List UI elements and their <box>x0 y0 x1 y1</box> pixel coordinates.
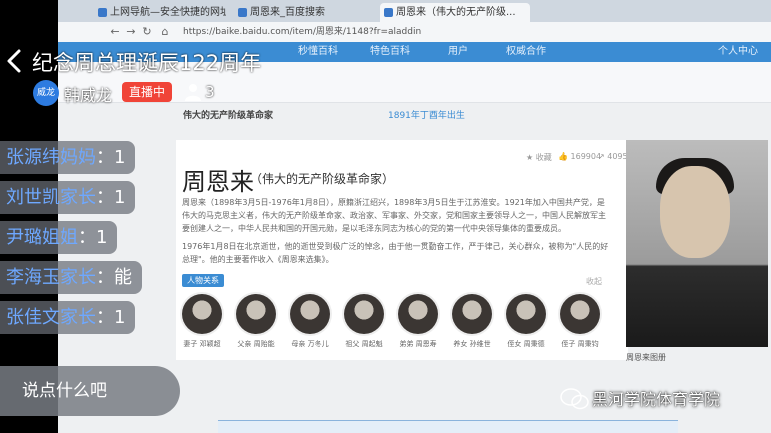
article-card: 周恩来 （伟大的无产阶级革命家） ★ 收藏 👍 169904 ↗ 4095 周恩… <box>176 140 628 360</box>
chat-user-name: 刘世凯家长 <box>6 187 96 208</box>
relation-photo <box>182 294 222 334</box>
relation-photo <box>452 294 492 334</box>
relation-item[interactable]: 父亲 周贻能 <box>234 294 278 349</box>
like-stat[interactable]: 👍 169904 <box>558 152 601 161</box>
relation-item[interactable]: 妻子 邓颖超 <box>180 294 224 349</box>
relation-photo <box>398 294 438 334</box>
viewer-count: 3 <box>205 83 215 101</box>
stream-title: 纪念周总理诞辰122周年 <box>32 51 262 75</box>
nav-link[interactable]: 特色百科 <box>370 42 410 62</box>
address-bar: ← → ↻ ⌂ https://baike.baidu.com/item/周恩来… <box>58 22 771 43</box>
page-bottom-strip <box>218 420 678 433</box>
chat-message: 李海玉家长：能 <box>0 261 142 294</box>
chat-text: ：1 <box>96 187 126 208</box>
chat-user-name: 李海玉家长 <box>6 267 96 288</box>
favicon-icon <box>98 8 107 17</box>
nav-link[interactable]: 用户 <box>448 42 468 62</box>
refresh-icon[interactable]: ↻ <box>140 25 154 39</box>
relation-item[interactable]: 弟弟 周恩寿 <box>396 294 440 349</box>
browser-tab-bar: 上网导航—安全快捷的网址 周恩来_百度搜索 周恩来（伟大的无产阶级... <box>58 0 771 22</box>
browser-tab[interactable]: 周恩来_百度搜索 <box>234 3 374 22</box>
portrait-image[interactable] <box>626 140 768 347</box>
chat-text: ：1 <box>96 147 126 168</box>
chat-message: 刘世凯家长：1 <box>0 181 136 214</box>
chat-text: ：1 <box>96 307 126 328</box>
host-name[interactable]: 韩威龙 <box>64 82 112 106</box>
nav-link[interactable]: 权威合作 <box>506 42 546 62</box>
article-title: 周恩来 <box>182 168 254 196</box>
article-paragraph: 周恩来（1898年3月5日-1976年1月8日），原籍浙江绍兴，1898年3月5… <box>182 198 606 233</box>
chat-message: 张源纬妈妈：1 <box>0 141 136 174</box>
chat-user-name: 张佳文家长 <box>6 307 96 328</box>
nav-link[interactable]: 秒懂百科 <box>298 42 338 62</box>
breadcrumb-item[interactable]: 1891年丁酉年出生 <box>388 108 465 121</box>
relation-photo <box>236 294 276 334</box>
chat-text: ：能 <box>96 267 132 288</box>
forward-arrow-icon[interactable]: → <box>124 25 138 39</box>
host-avatar[interactable]: 威龙 <box>33 80 59 106</box>
url-field[interactable]: https://baike.baidu.com/item/周恩来/1148?fr… <box>183 25 583 39</box>
relation-photo <box>290 294 330 334</box>
live-status-badge: 直播中 <box>122 82 173 102</box>
relation-item[interactable]: 母亲 万冬儿 <box>288 294 332 349</box>
portrait-caption[interactable]: 周恩来图册 <box>626 352 768 363</box>
favicon-icon <box>384 8 393 17</box>
chat-text: ：1 <box>78 227 108 248</box>
collapse-link[interactable]: 收起 <box>586 276 602 287</box>
chat-message: 尹璐姐姐：1 <box>0 221 118 254</box>
relation-photo <box>344 294 384 334</box>
screen: 上网导航—安全快捷的网址 周恩来_百度搜索 周恩来（伟大的无产阶级... ← →… <box>0 0 771 433</box>
relations-tag[interactable]: 人物关系 <box>182 274 224 287</box>
chat-user-name: 尹璐姐姐 <box>6 227 78 248</box>
article-paragraph: 1976年1月8日在北京逝世，他的逝世受到极广泛的悼念，由于他一贯勤奋工作，严于… <box>182 242 609 264</box>
channel-watermark: 黑河学院体育学院 <box>592 390 721 409</box>
favicon-icon <box>238 8 247 17</box>
viewer-person-icon <box>185 84 201 101</box>
favorite-stat[interactable]: ★ 收藏 <box>526 152 552 163</box>
breadcrumb-item[interactable]: 伟大的无产阶级革命家 <box>183 108 273 121</box>
back-arrow-icon[interactable]: ← <box>108 25 122 39</box>
chat-message: 张佳文家长：1 <box>0 301 136 334</box>
tab-label: 周恩来（伟大的无产阶级... <box>396 7 516 18</box>
browser-tab[interactable]: 上网导航—安全快捷的网址 <box>94 3 226 22</box>
relation-photo <box>506 294 546 334</box>
back-chevron-icon[interactable] <box>4 48 24 74</box>
relation-photo <box>560 294 600 334</box>
wechat-icon <box>560 388 589 410</box>
chat-user-name: 张源纬妈妈 <box>6 147 96 168</box>
portrait-face <box>660 166 730 258</box>
tab-label: 上网导航—安全快捷的网址 <box>110 7 226 18</box>
share-stat[interactable]: ↗ 4095 <box>598 152 628 161</box>
relation-item[interactable]: 侄子 周秉钧 <box>558 294 602 349</box>
chat-input[interactable]: 说点什么吧 <box>0 366 180 416</box>
relation-item[interactable]: 侄女 周秉德 <box>504 294 548 349</box>
tab-label: 周恩来_百度搜索 <box>250 7 325 18</box>
relation-item[interactable]: 养女 孙维世 <box>450 294 494 349</box>
nav-link-user-center[interactable]: 个人中心 <box>718 42 758 62</box>
home-icon[interactable]: ⌂ <box>158 25 172 39</box>
article-subtitle: （伟大的无产阶级革命家） <box>250 172 395 186</box>
relation-item[interactable]: 祖父 周起魁 <box>342 294 386 349</box>
browser-tab-active[interactable]: 周恩来（伟大的无产阶级... <box>380 3 530 22</box>
